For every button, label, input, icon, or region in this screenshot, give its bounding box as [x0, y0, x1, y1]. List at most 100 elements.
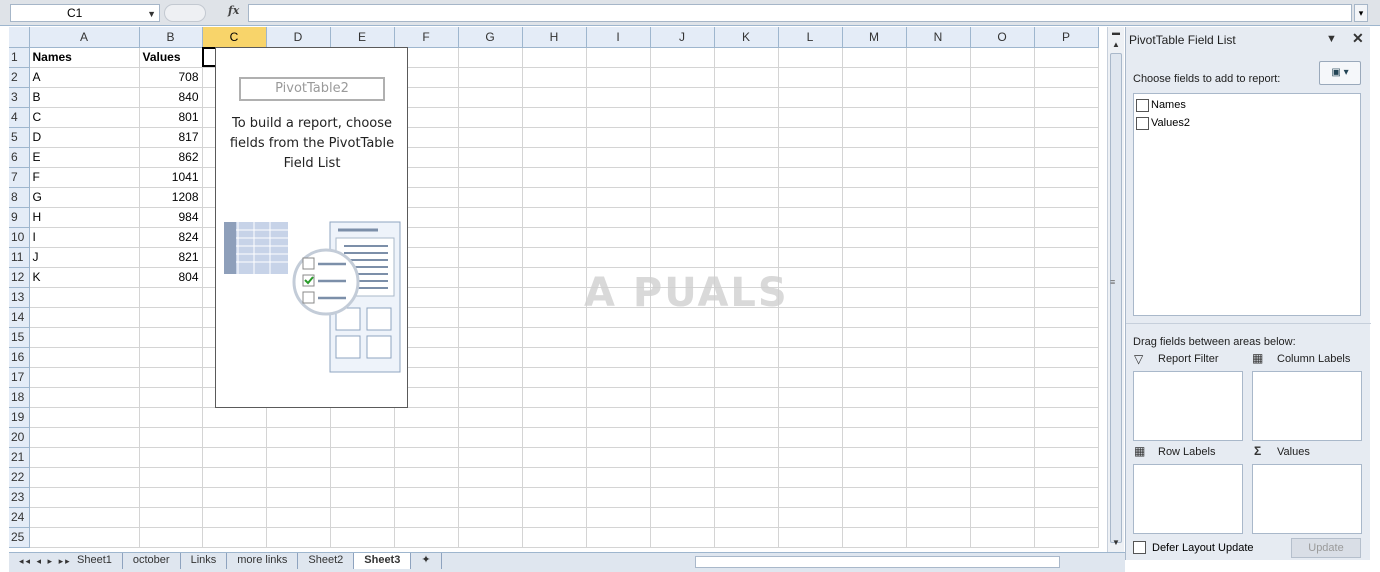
cell-h15[interactable]: [522, 327, 587, 348]
cell-g23[interactable]: [458, 487, 523, 508]
cell-h14[interactable]: [522, 307, 587, 328]
cell-k20[interactable]: [714, 427, 779, 448]
cell-n5[interactable]: [906, 127, 971, 148]
cell-j7[interactable]: [650, 167, 715, 188]
column-header-e[interactable]: E: [330, 27, 395, 48]
horizontal-scrollbar[interactable]: [695, 556, 1060, 568]
column-header-n[interactable]: N: [906, 27, 971, 48]
cell-o24[interactable]: [970, 507, 1035, 528]
cell-m10[interactable]: [842, 227, 907, 248]
cell-i20[interactable]: [586, 427, 651, 448]
cell-b13[interactable]: [139, 287, 203, 308]
cell-b20[interactable]: [139, 427, 203, 448]
cell-b17[interactable]: [139, 367, 203, 388]
close-icon[interactable]: ✕: [1352, 30, 1364, 47]
cell-a2[interactable]: A: [29, 67, 140, 88]
cell-n11[interactable]: [906, 247, 971, 268]
cell-j16[interactable]: [650, 347, 715, 368]
cell-m22[interactable]: [842, 467, 907, 488]
cell-o14[interactable]: [970, 307, 1035, 328]
row-header[interactable]: 22: [9, 467, 30, 488]
cell-j5[interactable]: [650, 127, 715, 148]
cell-l17[interactable]: [778, 367, 843, 388]
cell-m23[interactable]: [842, 487, 907, 508]
cell-n3[interactable]: [906, 87, 971, 108]
row-header[interactable]: 21: [9, 447, 30, 468]
cell-j15[interactable]: [650, 327, 715, 348]
cell-l21[interactable]: [778, 447, 843, 468]
cell-p17[interactable]: [1034, 367, 1099, 388]
cell-o17[interactable]: [970, 367, 1035, 388]
cell-c20[interactable]: [202, 427, 267, 448]
cell-p15[interactable]: [1034, 327, 1099, 348]
cell-m3[interactable]: [842, 87, 907, 108]
cell-i19[interactable]: [586, 407, 651, 428]
cell-d21[interactable]: [266, 447, 331, 468]
cell-g22[interactable]: [458, 467, 523, 488]
cell-o11[interactable]: [970, 247, 1035, 268]
row-labels-area[interactable]: [1133, 464, 1243, 534]
scroll-thumb[interactable]: [1110, 53, 1122, 543]
cell-b25[interactable]: [139, 527, 203, 548]
cell-a15[interactable]: [29, 327, 140, 348]
cell-n14[interactable]: [906, 307, 971, 328]
cell-d24[interactable]: [266, 507, 331, 528]
cell-k25[interactable]: [714, 527, 779, 548]
cell-g24[interactable]: [458, 507, 523, 528]
row-header[interactable]: 11: [9, 247, 30, 268]
cell-p9[interactable]: [1034, 207, 1099, 228]
cell-k6[interactable]: [714, 147, 779, 168]
tab-links[interactable]: Links: [181, 553, 228, 569]
cell-p19[interactable]: [1034, 407, 1099, 428]
cell-k4[interactable]: [714, 107, 779, 128]
cell-a6[interactable]: E: [29, 147, 140, 168]
cell-g3[interactable]: [458, 87, 523, 108]
row-header[interactable]: 6: [9, 147, 30, 168]
cell-a11[interactable]: J: [29, 247, 140, 268]
row-header[interactable]: 4: [9, 107, 30, 128]
checkbox[interactable]: [1136, 116, 1149, 130]
cell-b19[interactable]: [139, 407, 203, 428]
cell-j19[interactable]: [650, 407, 715, 428]
row-header[interactable]: 20: [9, 427, 30, 448]
cell-g8[interactable]: [458, 187, 523, 208]
cell-m7[interactable]: [842, 167, 907, 188]
cell-k15[interactable]: [714, 327, 779, 348]
cell-g12[interactable]: [458, 267, 523, 288]
cell-k2[interactable]: [714, 67, 779, 88]
cell-o13[interactable]: [970, 287, 1035, 308]
cell-h3[interactable]: [522, 87, 587, 108]
cell-n22[interactable]: [906, 467, 971, 488]
cell-d23[interactable]: [266, 487, 331, 508]
cell-e24[interactable]: [330, 507, 395, 528]
cell-a17[interactable]: [29, 367, 140, 388]
cell-l3[interactable]: [778, 87, 843, 108]
cell-o16[interactable]: [970, 347, 1035, 368]
cell-o9[interactable]: [970, 207, 1035, 228]
cell-l6[interactable]: [778, 147, 843, 168]
tab-sheet3[interactable]: Sheet3: [354, 553, 412, 569]
cell-f20[interactable]: [394, 427, 459, 448]
tab-more-links[interactable]: more links: [227, 553, 299, 569]
cell-h11[interactable]: [522, 247, 587, 268]
cell-a20[interactable]: [29, 427, 140, 448]
cell-l1[interactable]: [778, 47, 843, 68]
cell-h18[interactable]: [522, 387, 587, 408]
cell-i16[interactable]: [586, 347, 651, 368]
cell-j11[interactable]: [650, 247, 715, 268]
cell-n10[interactable]: [906, 227, 971, 248]
cell-j17[interactable]: [650, 367, 715, 388]
cell-p7[interactable]: [1034, 167, 1099, 188]
cell-e20[interactable]: [330, 427, 395, 448]
cell-k19[interactable]: [714, 407, 779, 428]
cell-j24[interactable]: [650, 507, 715, 528]
cell-c25[interactable]: [202, 527, 267, 548]
cell-a7[interactable]: F: [29, 167, 140, 188]
row-header[interactable]: 24: [9, 507, 30, 528]
cell-n1[interactable]: [906, 47, 971, 68]
cell-f23[interactable]: [394, 487, 459, 508]
row-header[interactable]: 19: [9, 407, 30, 428]
cell-n20[interactable]: [906, 427, 971, 448]
cell-i7[interactable]: [586, 167, 651, 188]
row-header[interactable]: 9: [9, 207, 30, 228]
